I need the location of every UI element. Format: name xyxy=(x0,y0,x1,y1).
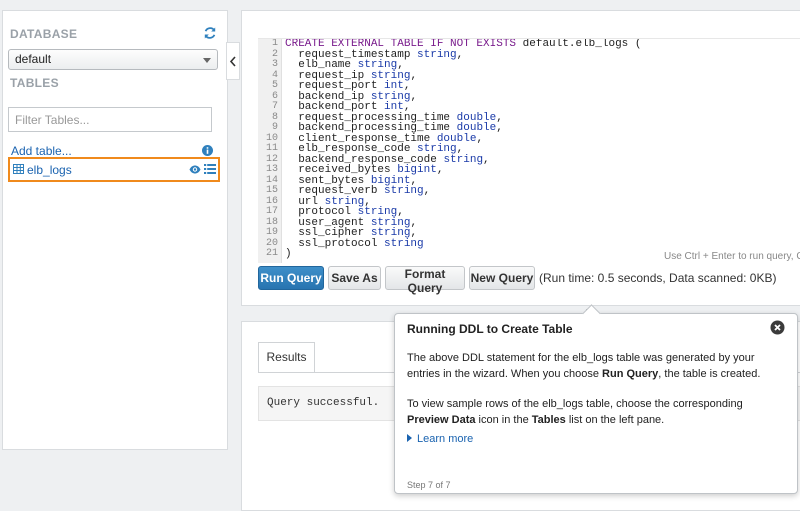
run-info: (Run time: 0.5 seconds, Data scanned: 0K… xyxy=(539,271,777,285)
list-icon[interactable] xyxy=(204,164,216,174)
line-number: 7 xyxy=(271,101,278,112)
chevron-left-icon xyxy=(229,56,236,67)
line-number: 1 xyxy=(271,38,278,49)
collapse-sidebar-button[interactable] xyxy=(226,42,240,80)
sql-editor[interactable]: 1 CREATE EXTERNAL TABLE IF NOT EXISTS def… xyxy=(258,38,800,263)
save-as-button[interactable]: Save As xyxy=(328,266,381,290)
popover-paragraph-2: To view sample rows of the elb_logs tabl… xyxy=(407,398,743,426)
table-grid-icon xyxy=(13,164,24,174)
line-number: 3 xyxy=(271,59,278,70)
chevron-down-icon xyxy=(203,58,211,63)
popover-title: Running DDL to Create Table xyxy=(407,322,573,336)
code-text: ) xyxy=(285,248,292,260)
line-number: 19 xyxy=(265,227,278,238)
learn-more-link[interactable]: Learn more xyxy=(407,433,473,445)
run-query-button[interactable]: Run Query xyxy=(258,266,324,290)
close-icon[interactable] xyxy=(770,320,785,335)
table-item-elb-logs[interactable]: elb_logs xyxy=(8,157,220,182)
format-query-button[interactable]: Format Query xyxy=(385,266,465,295)
left-panel: DATABASE default TABLES Add table... elb… xyxy=(2,10,228,450)
step-indicator: Step 7 of 7 xyxy=(407,480,451,490)
line-number: 17 xyxy=(265,206,278,217)
database-select[interactable]: default xyxy=(8,49,218,70)
keyboard-hint: Use Ctrl + Enter to run query, Ctr xyxy=(664,251,800,262)
add-table-link[interactable]: Add table... xyxy=(11,144,72,158)
line-number: 21 xyxy=(265,248,278,259)
line-number: 13 xyxy=(265,164,278,175)
popover-arrow xyxy=(582,304,601,323)
tab-results[interactable]: Results xyxy=(258,342,315,373)
line-number: 5 xyxy=(271,80,278,91)
line-number: 9 xyxy=(271,122,278,133)
result-message: Query successful. xyxy=(267,397,380,409)
code-text: ssl_protocol string xyxy=(285,237,424,250)
code-line: 20 ssl_protocol string xyxy=(258,237,800,250)
line-number: 11 xyxy=(265,143,278,154)
popover-paragraph-1: The above DDL statement for the elb_logs… xyxy=(407,352,761,380)
refresh-icon[interactable] xyxy=(203,26,217,40)
caret-right-icon xyxy=(407,434,412,442)
tables-label: TABLES xyxy=(10,76,59,90)
database-select-value: default xyxy=(15,52,52,66)
new-query-button[interactable]: New Query xyxy=(469,266,535,290)
database-label: DATABASE xyxy=(10,27,78,41)
tutorial-popover: Running DDL to Create Table The above DD… xyxy=(394,304,798,494)
table-name: elb_logs xyxy=(27,163,72,177)
line-number: 15 xyxy=(265,185,278,196)
filter-tables-input[interactable] xyxy=(8,107,212,132)
query-editor-panel: 1 CREATE EXTERNAL TABLE IF NOT EXISTS def… xyxy=(241,10,800,306)
info-icon[interactable] xyxy=(202,145,213,156)
eye-icon[interactable] xyxy=(189,165,201,174)
